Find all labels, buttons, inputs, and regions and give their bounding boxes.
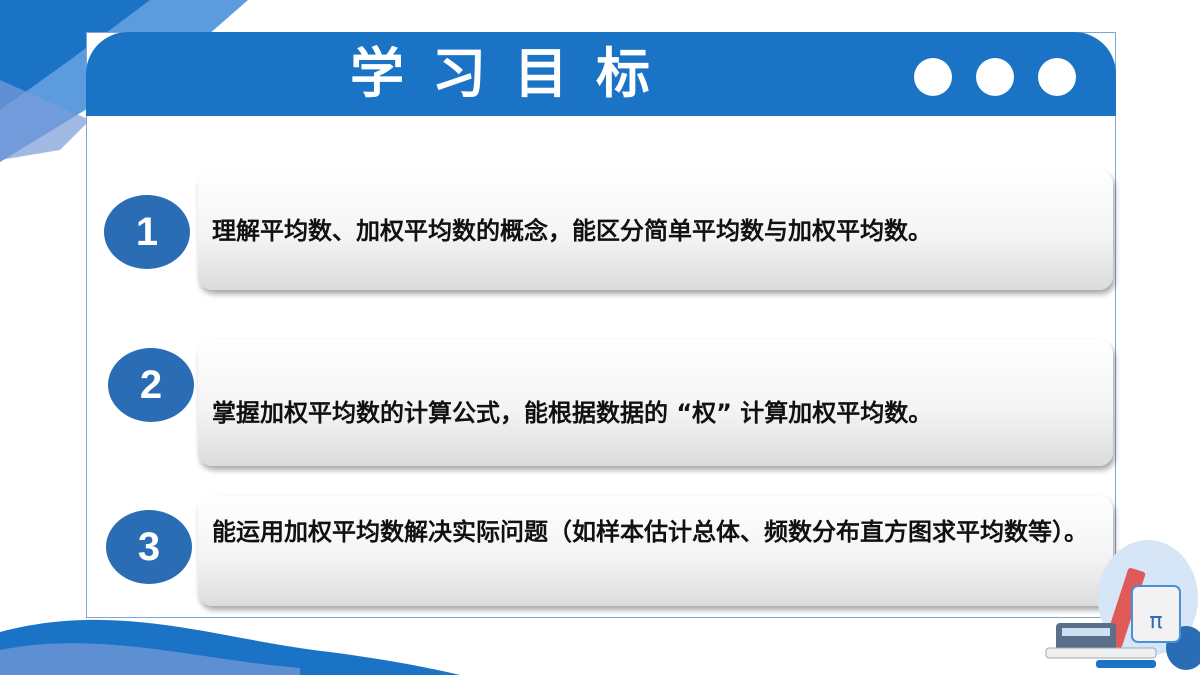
indicator-dot-1 bbox=[914, 58, 952, 96]
objective-card-1: 理解平均数、加权平均数的概念，能区分简单平均数与加权平均数。 bbox=[198, 170, 1113, 290]
objective-card-3: 能运用加权平均数解决实际问题（如样本估计总体、频数分布直方图求平均数等）。 bbox=[198, 496, 1113, 606]
page-title: 学习目标 bbox=[350, 42, 678, 105]
objective-number-1: 1 bbox=[104, 195, 190, 269]
objective-number-3: 3 bbox=[106, 510, 192, 584]
indicator-dot-2 bbox=[976, 58, 1014, 96]
math-tools-illustration: π bbox=[1045, 540, 1200, 670]
objective-text-1: 理解平均数、加权平均数的概念，能区分简单平均数与加权平均数。 bbox=[212, 217, 932, 245]
objective-text-2: 掌握加权平均数的计算公式，能根据数据的 “权” 计算加权平均数。 bbox=[212, 399, 933, 427]
objective-card-2: 掌握加权平均数的计算公式，能根据数据的 “权” 计算加权平均数。 bbox=[198, 340, 1113, 466]
objective-number-2: 2 bbox=[108, 348, 194, 422]
pi-symbol-icon: π bbox=[1149, 609, 1162, 634]
indicator-dot-3 bbox=[1038, 58, 1076, 96]
objective-text-3: 能运用加权平均数解决实际问题（如样本估计总体、频数分布直方图求平均数等）。 bbox=[212, 518, 1088, 546]
